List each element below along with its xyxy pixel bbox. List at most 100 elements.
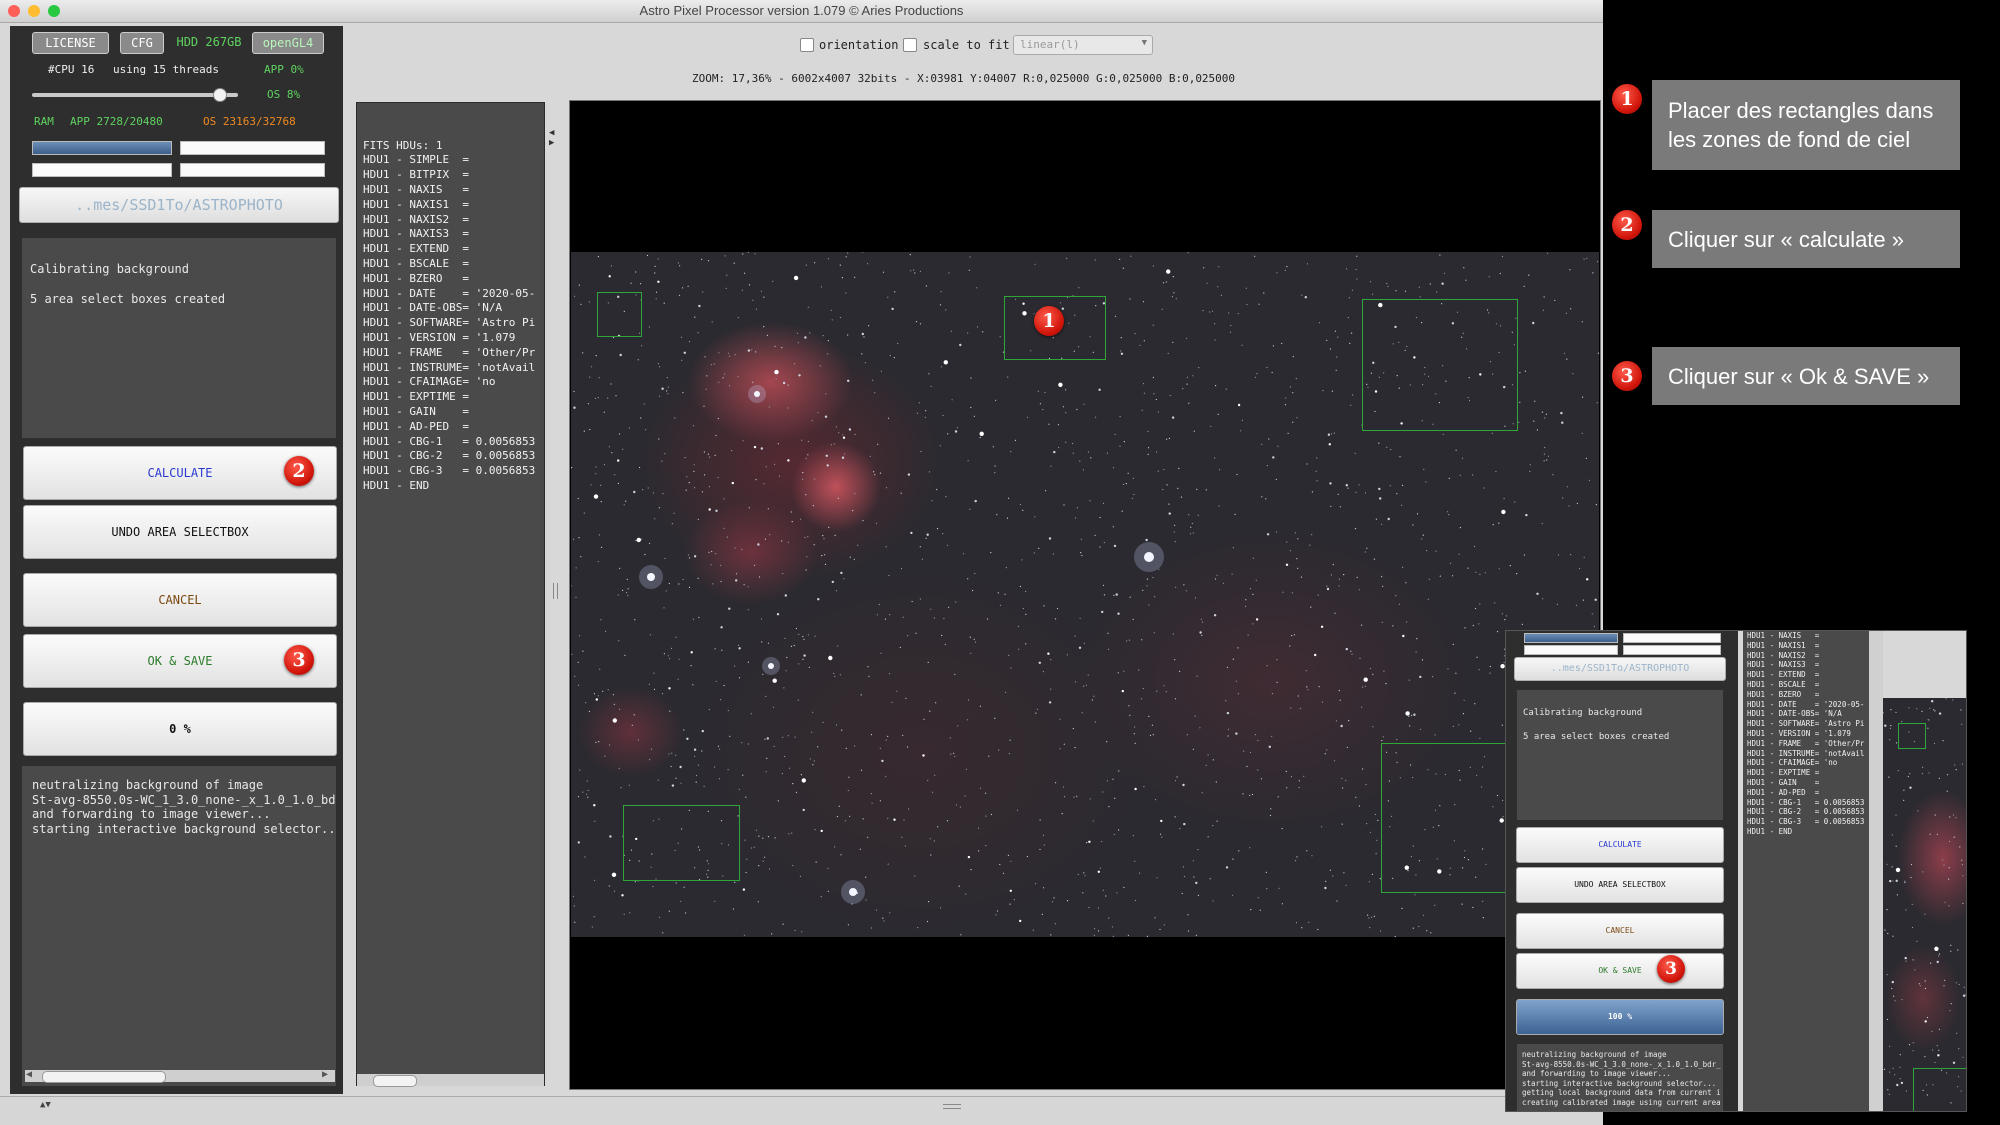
star bbox=[1252, 593, 1254, 595]
star bbox=[1019, 919, 1022, 923]
zoom-window-icon[interactable] bbox=[48, 5, 60, 17]
star bbox=[717, 745, 719, 747]
star bbox=[760, 447, 763, 450]
star bbox=[1890, 725, 1892, 727]
star bbox=[1582, 396, 1584, 398]
star bbox=[1039, 819, 1041, 821]
star bbox=[967, 578, 969, 580]
star bbox=[946, 820, 949, 822]
star bbox=[1899, 1054, 1901, 1056]
star bbox=[1059, 718, 1061, 720]
star bbox=[764, 538, 766, 540]
scroll-left-icon[interactable]: ◀ bbox=[26, 1069, 32, 1080]
star bbox=[1002, 872, 1005, 874]
star bbox=[973, 638, 975, 640]
resize-arrows-icon[interactable]: ▲▼ bbox=[40, 1100, 51, 1110]
star bbox=[1467, 567, 1469, 569]
background-selection-box-4[interactable] bbox=[623, 805, 740, 881]
star bbox=[587, 403, 589, 405]
orientation-checkbox[interactable] bbox=[800, 38, 814, 52]
stretch-select[interactable]: linear(l) ▼ bbox=[1013, 35, 1153, 55]
star bbox=[1214, 339, 1216, 341]
star bbox=[924, 416, 926, 418]
star bbox=[1246, 765, 1248, 768]
star bbox=[799, 518, 802, 520]
star bbox=[617, 459, 620, 462]
star bbox=[654, 272, 656, 274]
bright-star bbox=[768, 663, 774, 669]
close-window-icon[interactable] bbox=[8, 5, 20, 17]
star bbox=[1543, 296, 1545, 298]
annotation-marker-3: 3 bbox=[1612, 361, 1642, 391]
star bbox=[1373, 915, 1375, 918]
star bbox=[787, 735, 789, 737]
bright-star bbox=[647, 573, 655, 581]
collapse-panel-icon[interactable]: ◀ ▶ bbox=[549, 128, 554, 148]
star bbox=[848, 428, 852, 431]
working-directory-button[interactable]: ..mes/SSD1To/ASTROPHOTO bbox=[19, 187, 339, 223]
star bbox=[662, 493, 664, 495]
star bbox=[845, 747, 847, 749]
star bbox=[1092, 820, 1094, 822]
log-scroll-thumb[interactable] bbox=[42, 1071, 166, 1083]
fits-scroll-thumb[interactable] bbox=[373, 1075, 417, 1087]
background-selection-box-1[interactable] bbox=[597, 292, 642, 337]
star bbox=[1337, 336, 1339, 338]
star bbox=[921, 558, 923, 560]
cancel-button[interactable]: CANCEL bbox=[23, 573, 337, 627]
star bbox=[1948, 878, 1950, 880]
thread-slider-handle[interactable] bbox=[213, 88, 227, 102]
star bbox=[1265, 498, 1267, 500]
background-selection-box-5[interactable] bbox=[1381, 743, 1508, 893]
star bbox=[646, 254, 649, 257]
cfg-button[interactable]: CFG bbox=[120, 32, 164, 54]
star bbox=[1593, 625, 1595, 627]
star bbox=[682, 578, 684, 581]
star bbox=[879, 472, 881, 474]
star bbox=[1106, 741, 1108, 743]
star bbox=[1936, 833, 1938, 835]
star bbox=[999, 863, 1001, 866]
star bbox=[1949, 816, 1951, 818]
star bbox=[1226, 666, 1229, 668]
star bbox=[1372, 293, 1374, 295]
star bbox=[933, 617, 935, 619]
star bbox=[652, 492, 654, 494]
star bbox=[1893, 995, 1895, 997]
star bbox=[1143, 392, 1145, 394]
opengl-button[interactable]: openGL4 bbox=[252, 32, 324, 54]
star bbox=[1088, 840, 1091, 843]
star bbox=[612, 694, 614, 696]
star bbox=[1200, 618, 1202, 620]
star bbox=[1008, 654, 1010, 656]
star bbox=[1452, 725, 1454, 727]
scale-to-fit-checkbox[interactable] bbox=[903, 38, 917, 52]
star bbox=[679, 765, 682, 769]
scroll-right-icon[interactable]: ▶ bbox=[322, 1069, 328, 1080]
undo-area-selectbox-button[interactable]: UNDO AREA SELECTBOX bbox=[23, 505, 337, 559]
star bbox=[695, 774, 698, 777]
star bbox=[794, 363, 796, 365]
star bbox=[734, 354, 736, 356]
star bbox=[1375, 853, 1377, 855]
thread-slider-track[interactable] bbox=[32, 93, 238, 97]
star bbox=[666, 377, 668, 379]
star bbox=[978, 850, 980, 852]
background-selection-box-3[interactable] bbox=[1362, 299, 1518, 431]
star bbox=[798, 663, 800, 665]
star bbox=[1335, 369, 1337, 371]
star bbox=[649, 634, 651, 636]
ram-os-usage: OS 23163/32768 bbox=[203, 115, 296, 128]
star bbox=[1911, 926, 1914, 929]
star bbox=[683, 351, 686, 354]
minimize-window-icon[interactable] bbox=[28, 5, 40, 17]
splitter-handle[interactable] bbox=[553, 583, 558, 599]
bottom-splitter-handle[interactable] bbox=[943, 1104, 961, 1109]
license-button[interactable]: LICENSE bbox=[32, 32, 109, 54]
star bbox=[1900, 1081, 1904, 1085]
star bbox=[1113, 833, 1115, 836]
star bbox=[734, 881, 736, 884]
star bbox=[671, 784, 675, 787]
star bbox=[1565, 312, 1567, 314]
star bbox=[720, 626, 723, 629]
